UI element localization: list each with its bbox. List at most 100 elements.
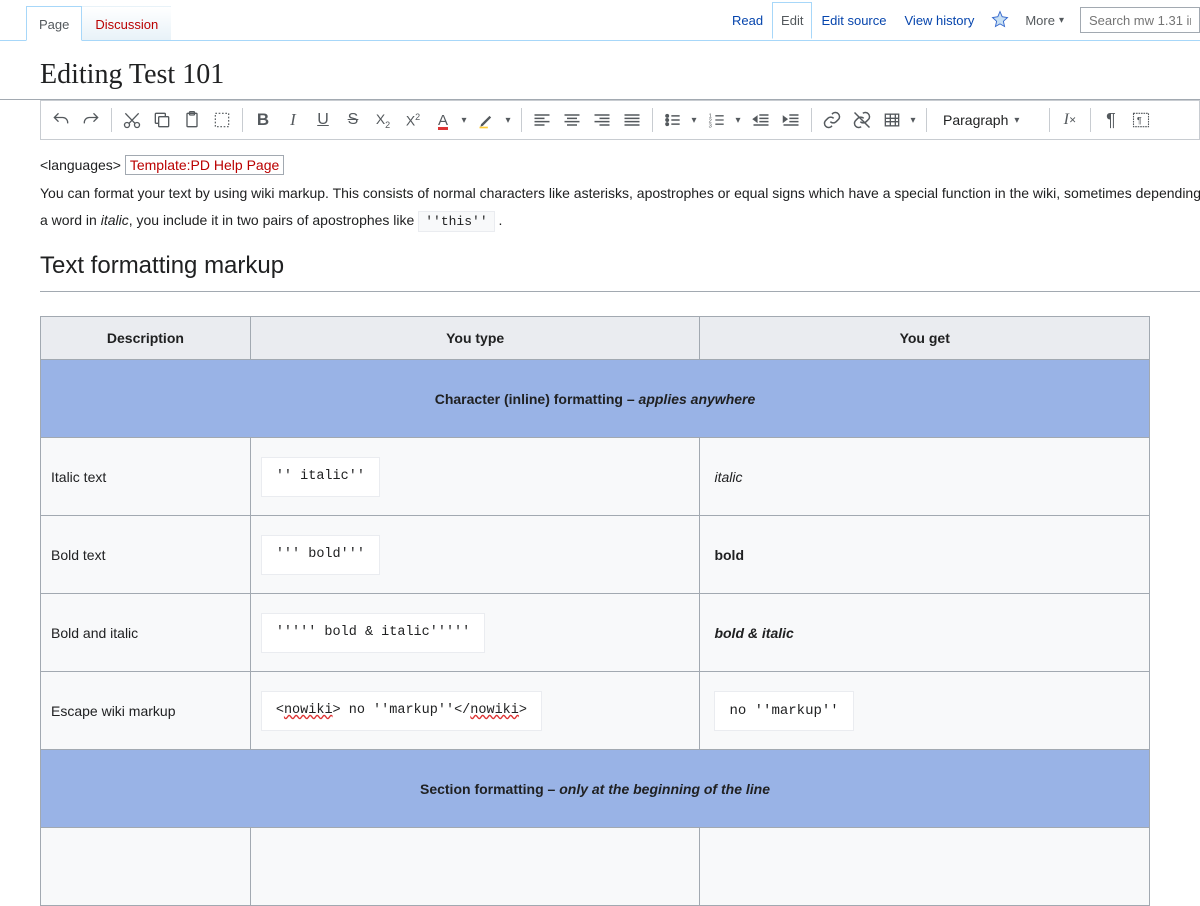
chevron-down-icon: ▾ [1059, 15, 1064, 26]
highlight-button[interactable] [473, 105, 501, 135]
template-link[interactable]: Template:PD Help Page [125, 155, 284, 175]
col-description: Description [41, 316, 251, 359]
table-row: Bold and italic ''''' bold & italic'''''… [41, 594, 1150, 672]
text-color-dropdown[interactable]: ▾ [457, 105, 471, 135]
bullet-list-button[interactable] [659, 105, 687, 135]
more-label: More [1025, 13, 1055, 28]
clear-format-button[interactable]: I✕ [1056, 105, 1084, 135]
cell-type: ''' bold''' [250, 516, 700, 594]
insert-table-button[interactable] [878, 105, 906, 135]
section1-text: Character (inline) formatting – [435, 391, 639, 407]
table-row: Escape wiki markup <nowiki> no ''markup'… [41, 672, 1150, 750]
search-box [1080, 7, 1200, 33]
underline-button[interactable]: U [309, 105, 337, 135]
cell-get: bold & italic [700, 594, 1150, 672]
outdent-button[interactable] [747, 105, 775, 135]
cell-type: '' italic'' [250, 438, 700, 516]
bullet-list-group: ▾ [659, 105, 701, 135]
highlight-dropdown[interactable]: ▾ [501, 105, 515, 135]
section2-em: only at the beginning of the line [559, 781, 770, 797]
table-dropdown[interactable]: ▾ [906, 105, 920, 135]
italic-button[interactable]: I [279, 105, 307, 135]
bullet-list-dropdown[interactable]: ▾ [687, 105, 701, 135]
right-tab-group: Read Edit Edit source View history More … [723, 0, 1200, 40]
separator [1049, 108, 1050, 132]
intro-code: ''this'' [418, 211, 494, 232]
cut-button[interactable] [118, 105, 146, 135]
svg-text:¶: ¶ [1137, 115, 1142, 125]
table-row: Italic text '' italic'' italic [41, 438, 1150, 516]
tab-view-history[interactable]: View history [896, 2, 984, 38]
tab-page[interactable]: Page [26, 6, 82, 41]
cell-type: ''''' bold & italic''''' [250, 594, 700, 672]
align-right-button[interactable] [588, 105, 616, 135]
redo-button[interactable] [77, 105, 105, 135]
text-color-button[interactable]: A [429, 105, 457, 135]
block-format-dropdown[interactable]: Paragraph ▾ [933, 112, 1043, 128]
align-left-button[interactable] [528, 105, 556, 135]
code-sample: <nowiki> no ''markup''</nowiki> [261, 691, 542, 731]
intro-paragraph: You can format your text by using wiki m… [40, 182, 1200, 204]
table-row: Bold text ''' bold''' bold [41, 516, 1150, 594]
table-header-row: Description You type You get [41, 316, 1150, 359]
editor-content[interactable]: <languages> Template:PD Help Page You ca… [0, 140, 1200, 906]
intro-mid: , you include it in two pairs of apostro… [129, 212, 419, 228]
tab-edit-source[interactable]: Edit source [812, 2, 895, 38]
intro-italic-word: italic [101, 212, 129, 228]
table-section-headings: Section formatting – only at the beginni… [41, 750, 1150, 828]
subscript-button[interactable]: X2 [369, 105, 397, 135]
watch-star-icon[interactable] [983, 10, 1017, 31]
strikethrough-button[interactable]: S [339, 105, 367, 135]
cell-type [250, 828, 700, 906]
cell-desc [41, 828, 251, 906]
select-all-button[interactable] [208, 105, 236, 135]
search-input[interactable] [1080, 7, 1200, 33]
separator [521, 108, 522, 132]
separator [111, 108, 112, 132]
bold-button[interactable]: B [249, 105, 277, 135]
unlink-button[interactable] [848, 105, 876, 135]
cell-desc: Bold text [41, 516, 251, 594]
intro-post: . [495, 212, 503, 228]
tab-discussion[interactable]: Discussion [82, 6, 171, 40]
pilcrow-button[interactable]: ¶ [1097, 105, 1125, 135]
tab-edit[interactable]: Edit [772, 2, 812, 39]
align-justify-button[interactable] [618, 105, 646, 135]
superscript-button[interactable]: X2 [399, 105, 427, 135]
separator [652, 108, 653, 132]
numbered-list-dropdown[interactable]: ▾ [731, 105, 745, 135]
more-dropdown[interactable]: More ▾ [1017, 13, 1072, 28]
formatting-table: Description You type You get Character (… [40, 316, 1150, 906]
section-heading-text-formatting: Text formatting markup [40, 247, 1200, 292]
result-text: no ''markup'' [714, 691, 853, 731]
cell-get: italic [700, 438, 1150, 516]
section2-text: Section formatting – [420, 781, 559, 797]
intro-paragraph-2: a word in italic, you include it in two … [40, 209, 1200, 233]
cell-get [700, 828, 1150, 906]
tab-read[interactable]: Read [723, 2, 772, 38]
link-button[interactable] [818, 105, 846, 135]
undo-button[interactable] [47, 105, 75, 135]
result-text: italic [714, 469, 742, 485]
block-format-label: Paragraph [943, 112, 1008, 128]
languages-tag: <languages> [40, 157, 121, 173]
separator [811, 108, 812, 132]
table-group: ▾ [878, 105, 920, 135]
numbered-list-button[interactable]: 123 [703, 105, 731, 135]
align-center-button[interactable] [558, 105, 586, 135]
paste-button[interactable] [178, 105, 206, 135]
col-you-type: You type [250, 316, 700, 359]
col-you-get: You get [700, 316, 1150, 359]
cell-type: <nowiki> no ''markup''</nowiki> [250, 672, 700, 750]
indent-button[interactable] [777, 105, 805, 135]
editor-toolbar: B I U S X2 X2 A ▾ ▾ ▾ 123 ▾ ▾ Paragraph … [40, 100, 1200, 140]
copy-button[interactable] [148, 105, 176, 135]
code-sample: '' italic'' [261, 457, 380, 497]
svg-text:3: 3 [709, 124, 712, 130]
highlight-group: ▾ [473, 105, 515, 135]
intro-text: You can format your text by using wiki m… [40, 185, 1200, 201]
show-blocks-button[interactable]: ¶ [1127, 105, 1155, 135]
result-text: bold [714, 547, 744, 563]
code-sample: ''''' bold & italic''''' [261, 613, 485, 653]
chevron-down-icon: ▾ [1014, 115, 1019, 126]
